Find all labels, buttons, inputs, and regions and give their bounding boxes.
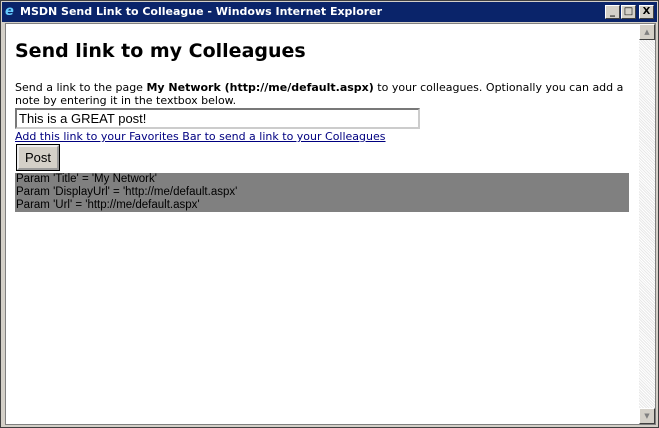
add-favorites-link[interactable]: Add this link to your Favorites Bar to s… [15,130,386,143]
desc-text: Send a link to the page [15,81,147,94]
minimize-button[interactable]: _ [605,5,620,19]
close-button[interactable]: X [639,5,654,19]
scroll-down-icon[interactable]: ▼ [639,408,655,424]
param-line: Param 'Title' = 'My Network' [16,173,157,185]
title-bar: e MSDN Send Link to Colleague - Windows … [2,2,657,22]
param-line: Param 'DisplayUrl' = 'http://me/default.… [16,186,238,198]
vertical-scrollbar[interactable]: ▲ ▼ [639,24,655,424]
page-title: Send link to my Colleagues [15,40,306,62]
post-button[interactable]: Post [16,144,60,171]
page-content: Send link to my Colleagues Send a link t… [5,23,656,425]
maximize-button[interactable]: □ [621,5,636,19]
params-output: Param 'Title' = 'My Network' Param 'Disp… [15,173,629,212]
page-name: My Network (http://me/default.aspx) [146,81,374,94]
param-line: Param 'Url' = 'http://me/default.aspx' [16,199,200,211]
note-input[interactable] [15,108,420,129]
scroll-up-icon[interactable]: ▲ [639,24,655,40]
ie-logo-icon: e [5,4,14,19]
description: Send a link to the page My Network (http… [15,81,635,107]
window-title: MSDN Send Link to Colleague - Windows In… [20,5,383,18]
browser-window: e MSDN Send Link to Colleague - Windows … [0,0,659,428]
